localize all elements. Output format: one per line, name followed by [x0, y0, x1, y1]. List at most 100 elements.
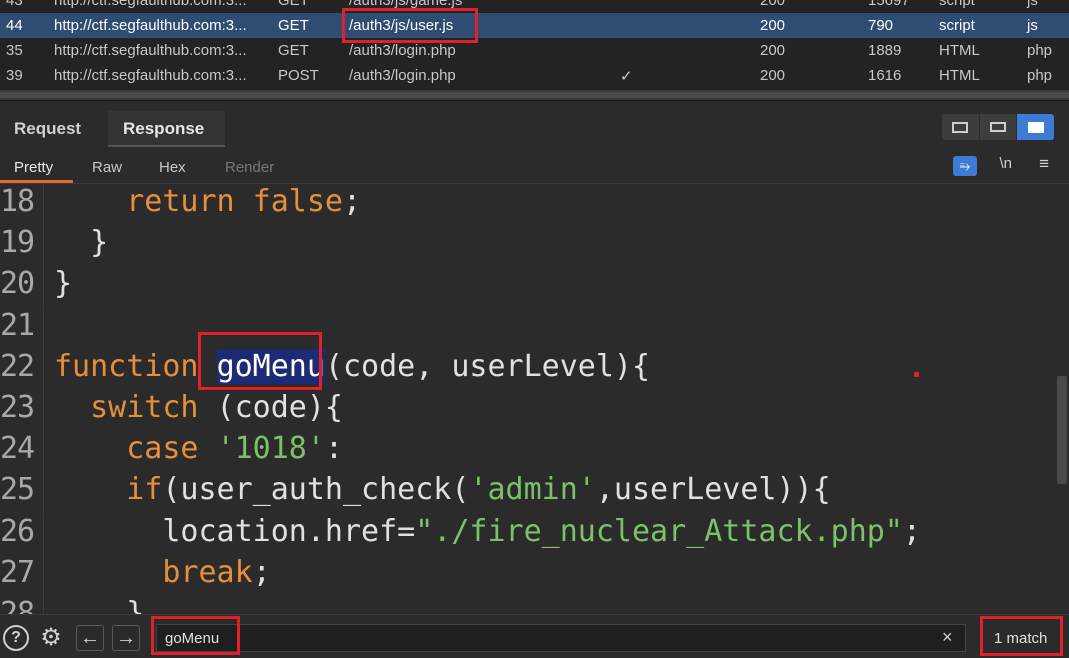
- search-highlight: goMenu: [216, 348, 325, 384]
- gutter-separator: [43, 554, 44, 596]
- view-mode-tabs: Pretty Raw Hex Render: [0, 148, 1069, 184]
- previous-match-button[interactable]: ←: [76, 625, 104, 651]
- hamburger-menu-icon[interactable]: ≡: [1039, 154, 1049, 174]
- history-row[interactable]: 43 http://ctf.segfaulthub.com:3... GET/aut…: [0, 0, 1069, 13]
- gutter-separator: [43, 596, 44, 614]
- line-number: 22: [0, 348, 35, 384]
- row-mime: HTML: [939, 67, 980, 84]
- wrap-lines-icon[interactable]: ⥱: [953, 156, 977, 176]
- code-keyword: return false: [126, 184, 343, 219]
- code-text: }: [54, 596, 144, 614]
- line-number: 21: [0, 307, 35, 343]
- line-number: 20: [0, 266, 35, 302]
- next-match-button[interactable]: →: [112, 625, 140, 651]
- code-text: switch (code){: [54, 390, 343, 425]
- history-row[interactable]: 39 http://ctf.segfaulthub.com:3... POST/au…: [0, 63, 1069, 88]
- code-token: (code){: [198, 390, 343, 425]
- code-token: location.href=: [162, 513, 416, 549]
- row-number: 35: [6, 42, 23, 59]
- row-method: GET: [278, 0, 309, 9]
- show-newlines-icon[interactable]: \n: [999, 155, 1012, 172]
- code-token: (user_auth_check(: [162, 472, 470, 508]
- line-number: 18: [0, 184, 35, 219]
- code-token: (code, userLevel){: [324, 348, 651, 384]
- row-url: /auth3/js/game.js: [349, 0, 463, 9]
- search-input[interactable]: [156, 624, 966, 652]
- gutter-separator: [43, 431, 44, 473]
- help-icon[interactable]: ?: [3, 625, 29, 651]
- history-row[interactable]: 35 http://ctf.segfaulthub.com:3... GET/aut…: [0, 38, 1069, 63]
- code-token: }: [54, 266, 73, 302]
- code-token: ,userLevel)){: [595, 472, 831, 508]
- line-number: 23: [0, 390, 35, 425]
- row-length: 790: [868, 17, 894, 34]
- code-line: 27 break;: [0, 554, 1040, 596]
- row-length: 15697: [868, 0, 910, 9]
- row-extension: js: [1027, 17, 1038, 34]
- layout-side-by-side-button[interactable]: [942, 114, 980, 140]
- code-string: "./fire_nuclear_Attack.php": [415, 513, 903, 549]
- row-mime: HTML: [939, 42, 980, 59]
- response-code-editor[interactable]: 18 return false; 19 } 20} 21 22 function goMe…: [0, 184, 1069, 614]
- layout-stacked-button[interactable]: [980, 114, 1018, 140]
- http-history-table: 43 http://ctf.segfaulthub.com:3... GET/aut…: [0, 0, 1069, 100]
- row-method: GET: [278, 17, 309, 34]
- code-token: :: [324, 431, 343, 467]
- code-line: 25 if(user_auth_check('admin',userLevel)…: [0, 472, 1040, 514]
- row-edited-check: ✓: [620, 68, 633, 85]
- line-number: 27: [0, 554, 35, 590]
- code-text: case '1018':: [54, 431, 343, 466]
- line-number: 28: [0, 596, 35, 614]
- row-extension: php: [1027, 42, 1053, 59]
- search-bar: ? ⚙ ← → × 1 match: [0, 614, 1069, 658]
- code-token: ;: [343, 184, 362, 219]
- row-url: /auth3/login.php: [349, 42, 456, 59]
- tab-request[interactable]: Request: [14, 111, 81, 147]
- code-keyword: if: [126, 472, 163, 508]
- vertical-scrollbar[interactable]: [1057, 376, 1067, 484]
- code-string: '1018': [216, 431, 325, 467]
- single-pane-icon: [1027, 121, 1044, 133]
- layout-single-button[interactable]: [1017, 114, 1054, 140]
- horizontal-scrollbar[interactable]: [0, 90, 1069, 100]
- gutter-separator: [43, 348, 44, 390]
- row-host: http://ctf.segfaulthub.com:3...: [54, 17, 247, 34]
- gutter-separator: [43, 266, 44, 308]
- scrollbar-thumb[interactable]: [0, 92, 1069, 98]
- row-length: 1889: [868, 42, 902, 59]
- tab-response[interactable]: Response: [108, 111, 225, 147]
- clear-search-icon[interactable]: ×: [942, 627, 953, 648]
- row-url: /auth3/js/user.js: [349, 17, 454, 34]
- rows-icon: [990, 122, 1006, 132]
- tab-hex[interactable]: Hex: [159, 159, 186, 176]
- tab-raw[interactable]: Raw: [92, 159, 122, 176]
- line-number: 26: [0, 513, 35, 549]
- settings-gear-icon[interactable]: ⚙: [38, 625, 64, 651]
- row-number: 39: [6, 67, 23, 84]
- code-line: 20}: [0, 266, 1040, 308]
- tab-pretty[interactable]: Pretty: [14, 159, 53, 176]
- row-host: http://ctf.segfaulthub.com:3...: [54, 42, 247, 59]
- line-number: 24: [0, 431, 35, 467]
- row-method: GET: [278, 42, 309, 59]
- history-row[interactable]: 44 http://ctf.segfaulthub.com:3... GET/aut…: [0, 13, 1069, 38]
- code-text: location.href="./fire_nuclear_Attack.php…: [54, 514, 921, 549]
- layout-toggle-group: [942, 114, 1054, 140]
- row-method: POST: [278, 67, 319, 84]
- code-keyword: case: [126, 431, 217, 467]
- code-text: }: [54, 225, 108, 260]
- gutter-separator: [43, 307, 44, 349]
- code-line: 22 function goMenu(code, userLevel){: [0, 348, 1040, 390]
- row-status: 200: [760, 42, 786, 59]
- row-extension: php: [1027, 67, 1053, 84]
- tab-render[interactable]: Render: [225, 159, 274, 176]
- row-number: 43: [6, 0, 23, 9]
- code-text: return false;: [54, 184, 361, 219]
- row-host: http://ctf.segfaulthub.com:3...: [54, 67, 247, 84]
- row-url: /auth3/login.php: [349, 67, 456, 84]
- code-text: function goMenu(code, userLevel){: [54, 348, 651, 384]
